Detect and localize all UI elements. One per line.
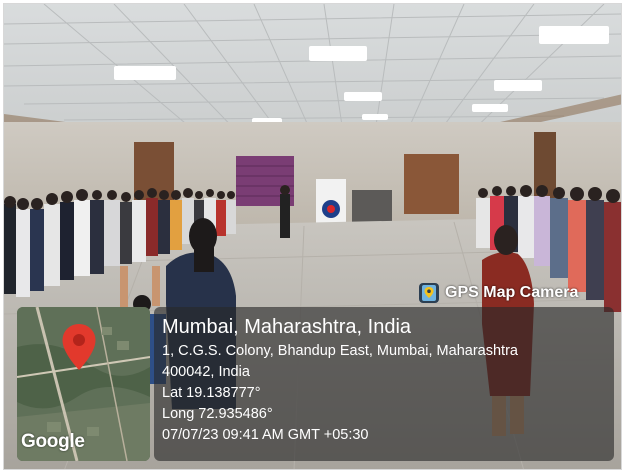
address-line-2: 400042, India (162, 364, 250, 380)
location-title: Mumbai, Maharashtra, India (162, 316, 412, 338)
gps-info-panel: Google Mumbai, Maharashtra, India 1, C.G… (14, 305, 616, 465)
map-thumbnail: Google (17, 307, 150, 461)
location-pin-icon (62, 324, 96, 370)
gps-map-camera-icon (419, 283, 439, 303)
longitude: Long 72.935486° (162, 406, 273, 422)
location-details: Mumbai, Maharashtra, India 1, C.G.S. Col… (154, 307, 614, 461)
address-line-1: 1, C.G.S. Colony, Bhandup East, Mumbai, … (162, 343, 518, 359)
app-name: GPS Map Camera (445, 284, 579, 301)
latitude: Lat 19.138777° (162, 385, 261, 401)
datetime: 07/07/23 09:41 AM GMT +05:30 (162, 427, 369, 443)
gps-map-camera-brand: GPS Map Camera (419, 281, 578, 305)
map-provider-label: Google (21, 431, 85, 452)
